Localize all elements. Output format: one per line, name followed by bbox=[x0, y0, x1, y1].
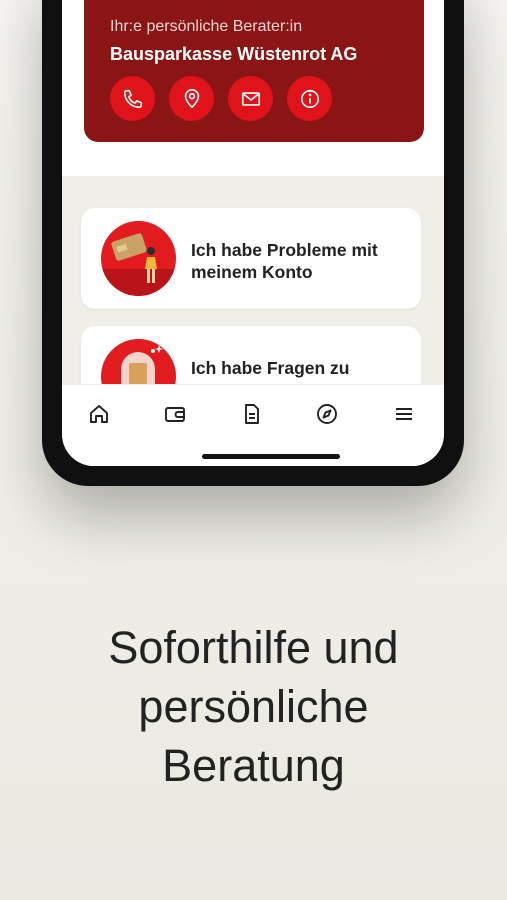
advisor-actions bbox=[110, 76, 332, 121]
home-icon bbox=[90, 405, 108, 423]
help-item-label: Ich habe Probleme mit meinem Konto bbox=[191, 240, 378, 282]
tab-home[interactable] bbox=[84, 399, 114, 429]
tab-documents[interactable] bbox=[237, 399, 267, 429]
phone-frame: Ihr:e persönliche Berater:in Bausparkass… bbox=[42, 0, 464, 486]
help-item-account-problem[interactable]: Ich habe Probleme mit meinem Konto bbox=[81, 208, 421, 309]
mail-button[interactable] bbox=[228, 76, 273, 121]
advisor-label: Ihr:e persönliche Berater:in bbox=[110, 18, 303, 35]
info-icon bbox=[300, 89, 319, 108]
account-problem-illustration bbox=[101, 221, 176, 296]
tab-menu[interactable] bbox=[389, 399, 419, 429]
wallet-icon bbox=[165, 407, 185, 422]
home-indicator bbox=[202, 454, 340, 459]
phone-icon bbox=[123, 89, 142, 108]
advisor-card: Ihr:e persönliche Berater:in Bausparkass… bbox=[84, 0, 424, 142]
phone-screen: Ihr:e persönliche Berater:in Bausparkass… bbox=[62, 0, 444, 466]
menu-icon bbox=[396, 408, 412, 420]
location-button[interactable] bbox=[169, 76, 214, 121]
promo-headline: Soforthilfe und persönliche Beratung bbox=[108, 622, 399, 791]
info-button[interactable] bbox=[287, 76, 332, 121]
compass-icon bbox=[317, 404, 337, 424]
mail-icon bbox=[241, 91, 260, 106]
tab-wallet[interactable] bbox=[160, 399, 190, 429]
help-item-label: Ich habe Fragen zu bbox=[191, 358, 350, 378]
document-icon bbox=[245, 404, 259, 424]
advisor-name: Bausparkasse Wüstenrot AG bbox=[110, 44, 358, 64]
location-pin-icon bbox=[184, 88, 199, 108]
tab-explore[interactable] bbox=[312, 399, 342, 429]
call-button[interactable] bbox=[110, 76, 155, 121]
